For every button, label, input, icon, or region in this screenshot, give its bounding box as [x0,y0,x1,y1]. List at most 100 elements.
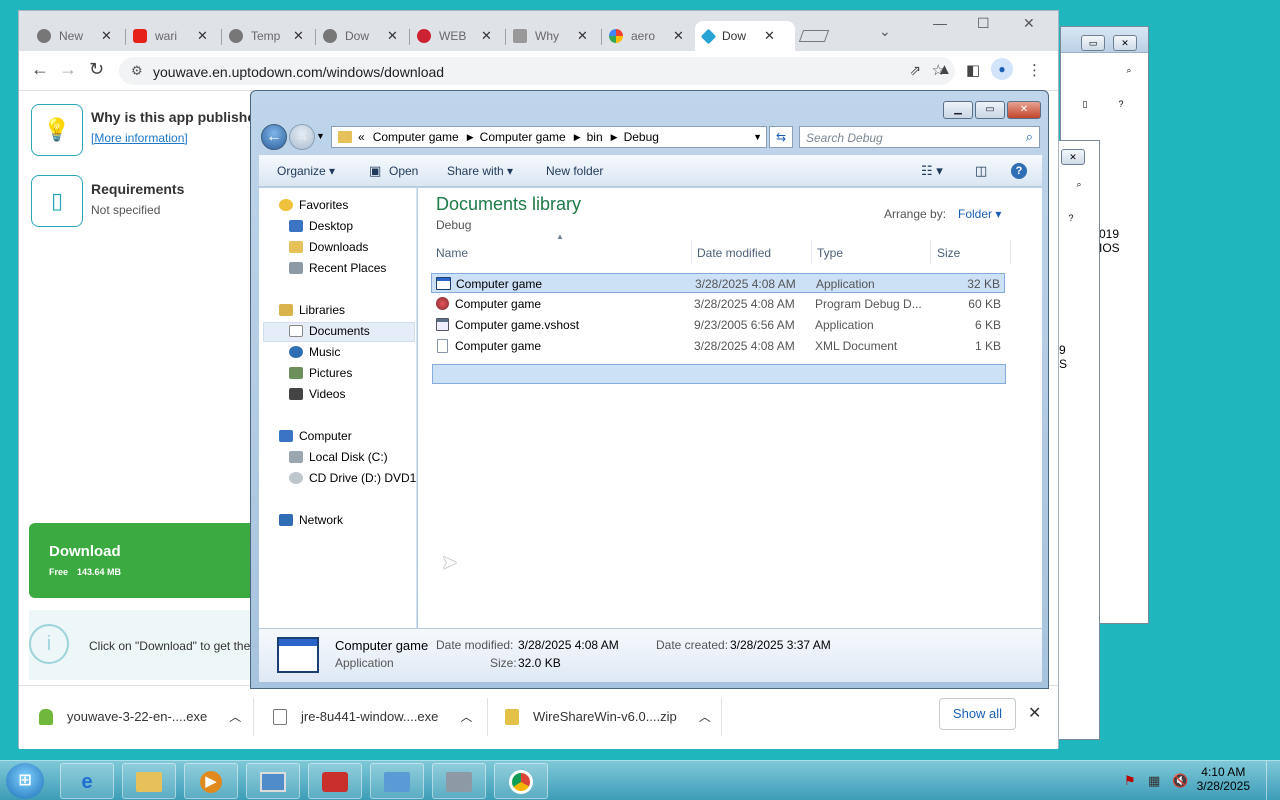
nav-music[interactable]: Music [289,345,340,359]
volume-muted-icon[interactable]: 🔇 [1172,773,1188,789]
taskbar-network-tool[interactable] [432,763,486,799]
profile-avatar-icon[interactable]: ● [991,58,1013,80]
nav-videos[interactable]: Videos [289,387,345,401]
address-bar[interactable]: « Computer game ▶ Computer game ▶ bin ▶ … [331,126,767,148]
taskbar-remote-desktop[interactable] [246,763,300,799]
close-icon[interactable]: ✕ [481,28,492,44]
column-header-size[interactable]: Size [937,246,960,260]
nav-pictures[interactable]: Pictures [289,366,352,380]
help-icon[interactable]: ? [1059,211,1083,227]
new-folder-button[interactable]: New folder [546,164,603,178]
share-icon[interactable]: ⇗ [909,62,921,79]
preview-pane-icon[interactable]: ◫ [975,163,987,179]
close-button[interactable]: ✕ [1023,15,1035,32]
network-status-icon[interactable]: ▦ [1148,773,1160,789]
search-icon[interactable]: ⌕ [1067,177,1091,193]
recent-pages-icon[interactable]: ▼ [316,131,325,141]
nav-desktop[interactable]: Desktop [289,219,353,233]
side-panel-icon[interactable]: ◧ [966,61,980,79]
start-button[interactable]: ⊞ [6,763,44,799]
column-separator[interactable] [811,240,812,264]
taskbar-internet-explorer[interactable]: e [60,763,114,799]
close-icon[interactable]: ✕ [293,28,304,44]
download-button[interactable]: Download Free 143.64 MB [29,523,269,598]
tab-search-icon[interactable]: ⌄ [879,23,891,40]
search-icon[interactable]: ⌕ [1026,129,1033,145]
taskbar-toolbox[interactable] [308,763,362,799]
breadcrumb-debug[interactable]: Debug [624,130,659,144]
nav-downloads[interactable]: Downloads [289,240,368,254]
file-row[interactable]: Computer game 3/28/2025 4:08 AM Program … [431,294,1005,314]
nav-cd-drive[interactable]: CD Drive (D:) DVD1 [289,471,416,485]
close-icon[interactable]: ✕ [101,28,112,44]
menu-kebab-icon[interactable]: ⋮ [1027,61,1042,79]
address-bar[interactable]: ⚙ youwave.en.uptodown.com/windows/downlo… [119,57,955,85]
new-tab-button[interactable] [793,21,830,51]
nav-computer[interactable]: Computer [279,429,352,443]
taskbar-media-player[interactable]: ▶ [184,763,238,799]
preview-pane-icon[interactable]: ▯ [1073,97,1097,113]
share-with-button[interactable]: Share with ▾ [447,164,513,178]
close-icon[interactable]: ✕ [764,28,775,44]
minimize-button[interactable]: — [933,15,947,31]
tab-dow[interactable]: Dow ✕ [315,21,409,51]
tab-web[interactable]: WEB ✕ [409,21,503,51]
tab-why[interactable]: Why ✕ [505,21,599,51]
view-options-icon[interactable]: ☷ ▾ [921,163,943,179]
search-icon[interactable]: ⌕ [1117,63,1141,79]
organize-button[interactable]: Organize ▾ [277,164,335,178]
open-button[interactable]: Open [389,164,418,178]
breadcrumb-bin[interactable]: bin [587,130,603,144]
background-window-front[interactable]: ✕ ⌕ ? 9 S [1056,140,1100,740]
close-icon[interactable]: ✕ [387,28,398,44]
column-separator[interactable] [691,240,692,264]
file-row[interactable]: Computer game 3/28/2025 4:08 AM Applicat… [431,273,1005,293]
column-separator[interactable] [1010,240,1011,264]
close-button[interactable]: ✕ [1113,35,1137,51]
nav-local-disk[interactable]: Local Disk (C:) [289,450,388,464]
address-prefix[interactable]: « [358,130,365,144]
close-icon[interactable]: ✕ [673,28,684,44]
breadcrumb-separator-icon[interactable]: ▶ [611,132,618,143]
more-information-link[interactable]: [More information] [91,131,188,145]
address-dropdown-icon[interactable]: ▼ [753,132,762,142]
extension-icon[interactable]: ▲ [937,61,952,78]
chevron-up-icon[interactable]: ︿ [699,708,711,725]
system-clock[interactable]: 4:10 AM 3/28/2025 [1197,765,1250,793]
tab-temp[interactable]: Temp ✕ [221,21,315,51]
download-item[interactable]: youwave-3-22-en-....exe ︿ [39,708,241,725]
column-header-name[interactable]: Name [436,246,468,260]
breadcrumb-computer-game-1[interactable]: Computer game [373,130,459,144]
tab-aero[interactable]: aero ✕ [601,21,695,51]
taskbar-file-explorer[interactable] [122,763,176,799]
close-icon[interactable]: ✕ [197,28,208,44]
url-text[interactable]: youwave.en.uptodown.com/windows/download [153,64,444,80]
minimize-button[interactable]: ▁ [943,101,973,119]
help-icon[interactable]: ? [1011,163,1027,179]
search-box[interactable]: Search Debug ⌕ [799,126,1040,148]
file-row[interactable]: Computer game.vshost 9/23/2005 6:56 AM A… [431,315,1005,335]
breadcrumb-separator-icon[interactable]: ▶ [467,132,474,143]
nav-network[interactable]: Network [279,513,343,527]
tab-new[interactable]: New ✕ [29,21,123,51]
breadcrumb-separator-icon[interactable]: ▶ [574,132,581,143]
column-header-type[interactable]: Type [817,246,843,260]
help-icon[interactable]: ? [1109,97,1133,113]
nav-libraries[interactable]: Libraries [279,303,345,317]
action-center-flag-icon[interactable]: ⚑ [1124,773,1136,789]
file-row[interactable]: Computer game 3/28/2025 4:08 AM XML Docu… [431,336,1005,356]
nav-recent-places[interactable]: Recent Places [289,261,386,275]
show-desktop-button[interactable] [1266,761,1280,800]
nav-favorites[interactable]: Favorites [279,198,348,212]
back-icon[interactable]: ← [261,124,287,150]
chevron-up-icon[interactable]: ︿ [460,708,472,725]
breadcrumb-computer-game-2[interactable]: Computer game [480,130,566,144]
forward-icon[interactable]: → [289,124,315,150]
close-button[interactable]: ✕ [1061,149,1085,165]
close-button[interactable]: ✕ [1007,101,1041,119]
back-icon[interactable]: ← [31,59,49,80]
chevron-up-icon[interactable]: ︿ [229,708,241,725]
tab-download-active[interactable]: Dow ✕ [695,21,795,51]
site-settings-icon[interactable]: ⚙ [131,63,143,79]
maximize-button[interactable]: ☐ [977,15,990,32]
